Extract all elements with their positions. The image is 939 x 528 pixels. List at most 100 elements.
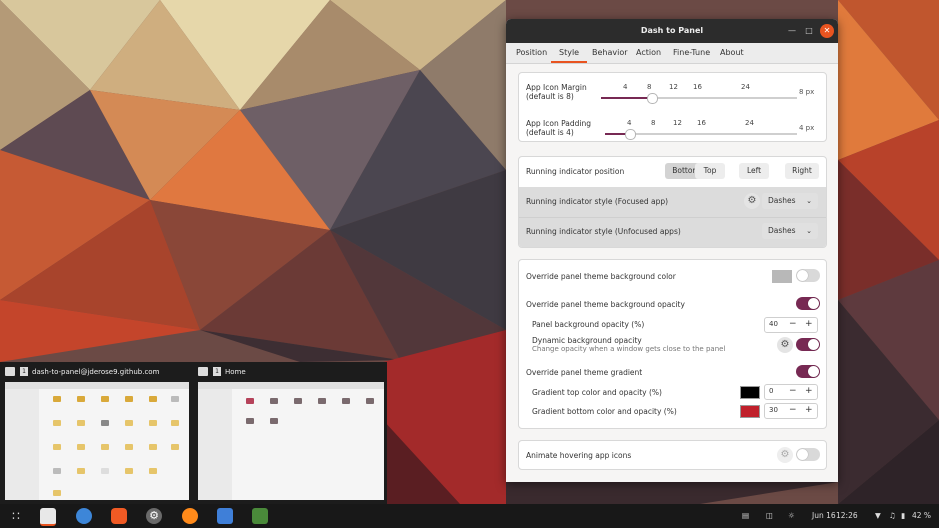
folder-icon bbox=[318, 398, 326, 404]
gear-icon[interactable]: ⚙ bbox=[744, 193, 760, 209]
file-icon bbox=[125, 468, 133, 474]
minus-icon[interactable]: − bbox=[789, 386, 797, 396]
icon-padding-fill bbox=[605, 133, 627, 135]
minus-icon[interactable]: − bbox=[789, 319, 797, 329]
battery-label: 42 % bbox=[912, 511, 932, 520]
position-left-button[interactable]: Left bbox=[739, 163, 769, 179]
gradient-top-label: Gradient top color and opacity (%) bbox=[532, 388, 662, 397]
battery-icon[interactable]: ▮ bbox=[901, 511, 905, 520]
brightness-icon[interactable]: ☼ bbox=[788, 511, 795, 520]
folder-icon bbox=[294, 398, 302, 404]
dynamic-bg-description: Change opacity when a window gets close … bbox=[532, 345, 726, 353]
folder-icon bbox=[366, 398, 374, 404]
gradient-top-value[interactable]: 0 bbox=[769, 387, 773, 395]
tab-style[interactable]: Style bbox=[551, 43, 588, 63]
folder-icon bbox=[125, 396, 133, 402]
extension-manager-icon[interactable] bbox=[252, 508, 268, 524]
clipboard-icon[interactable]: ◫ bbox=[766, 511, 773, 520]
file-icon bbox=[53, 490, 61, 496]
settings-dialog: Dash to Panel — □ ✕ Position Style Behav… bbox=[506, 19, 838, 482]
preview-header: 1 dash-to-panel@jderose9.github.com bbox=[5, 365, 193, 379]
icon-margin-handle[interactable] bbox=[647, 93, 658, 104]
apps-grid-icon[interactable]: ∷ bbox=[8, 508, 24, 524]
preview-title: dash-to-panel@jderose9.github.com bbox=[32, 368, 160, 376]
file-icon bbox=[77, 468, 85, 474]
browser-icon[interactable] bbox=[76, 508, 92, 524]
position-right-button[interactable]: Right bbox=[785, 163, 819, 179]
panel-bg-opacity-value[interactable]: 40 bbox=[769, 320, 778, 328]
animate-toggle[interactable] bbox=[796, 448, 820, 461]
close-icon[interactable]: ✕ bbox=[820, 24, 834, 38]
time-label[interactable]: 12:26 bbox=[836, 511, 858, 520]
running-focused-label: Running indicator style (Focused app) bbox=[526, 197, 669, 206]
bg-color-swatch[interactable] bbox=[772, 270, 792, 283]
workspace-number: 1 bbox=[20, 367, 28, 376]
gear-icon[interactable]: ⚙ bbox=[777, 447, 793, 463]
icon-size-card: App Icon Margin (default is 8) 4 8 12 16… bbox=[518, 72, 827, 142]
thumb-toolbar bbox=[198, 382, 384, 389]
folder-icon bbox=[77, 396, 85, 402]
chevron-down-icon: ⌄ bbox=[806, 227, 812, 235]
date-label[interactable]: Jun 16 bbox=[812, 511, 836, 520]
icon-margin-fill bbox=[601, 97, 649, 99]
file-icon bbox=[171, 396, 179, 402]
folder-icon bbox=[149, 396, 157, 402]
padding-tick: 12 bbox=[673, 119, 682, 127]
volume-icon[interactable]: ♫ bbox=[889, 511, 896, 520]
window-preview-dash-to-panel[interactable]: 1 dash-to-panel@jderose9.github.com bbox=[0, 362, 193, 504]
running-indicator-card: Running indicator position Bottom Top Le… bbox=[518, 156, 827, 248]
window-preview-home[interactable]: 1 Home bbox=[193, 362, 387, 504]
tab-fine-tune[interactable]: Fine-Tune bbox=[665, 43, 718, 63]
taskbar: ∷ ⚙ ▤ ◫ ☼ Jun 16 12:26 ▼ ♫ ▮ 42 % bbox=[0, 504, 939, 528]
icon-padding-value: 4 px bbox=[799, 124, 815, 132]
dynamic-bg-toggle[interactable] bbox=[796, 338, 820, 351]
plus-icon[interactable]: + bbox=[805, 405, 813, 415]
icon-padding-handle[interactable] bbox=[625, 129, 636, 140]
tab-action[interactable]: Action bbox=[628, 43, 669, 63]
margin-tick: 24 bbox=[741, 83, 750, 91]
gradient-bottom-value[interactable]: 30 bbox=[769, 406, 778, 414]
running-focused-dropdown[interactable]: Dashes ⌄ bbox=[762, 193, 818, 209]
gradient-bottom-swatch[interactable] bbox=[740, 405, 760, 418]
minus-icon[interactable]: − bbox=[789, 405, 797, 415]
tab-position[interactable]: Position bbox=[508, 43, 555, 63]
plus-icon[interactable]: + bbox=[805, 319, 813, 329]
tab-about[interactable]: About bbox=[712, 43, 752, 63]
panel-bg-opacity-spinner[interactable]: 40 − + bbox=[764, 317, 818, 333]
title-bar[interactable]: Dash to Panel — □ ✕ bbox=[506, 19, 838, 43]
preview-thumbnail bbox=[5, 382, 189, 500]
folder-icon bbox=[53, 396, 61, 402]
firefox-icon[interactable] bbox=[182, 508, 198, 524]
plus-icon[interactable]: + bbox=[805, 386, 813, 396]
override-bg-color-toggle[interactable] bbox=[796, 269, 820, 282]
notification-icon[interactable]: ▤ bbox=[742, 511, 749, 520]
margin-tick: 12 bbox=[669, 83, 678, 91]
gradient-top-swatch[interactable] bbox=[740, 386, 760, 399]
padding-tick: 24 bbox=[745, 119, 754, 127]
maximize-icon[interactable]: □ bbox=[802, 24, 816, 38]
folder-icon bbox=[101, 396, 109, 402]
file-icon bbox=[125, 444, 133, 450]
icon-margin-value: 8 px bbox=[799, 88, 815, 96]
gear-icon[interactable]: ⚙ bbox=[777, 337, 793, 353]
position-top-button[interactable]: Top bbox=[695, 163, 725, 179]
override-bg-opacity-toggle[interactable] bbox=[796, 297, 820, 310]
brave-icon[interactable] bbox=[111, 508, 127, 524]
padding-tick: 4 bbox=[627, 119, 632, 127]
wifi-icon[interactable]: ▼ bbox=[875, 511, 881, 520]
text-editor-icon[interactable] bbox=[217, 508, 233, 524]
file-icon bbox=[77, 444, 85, 450]
settings-icon[interactable]: ⚙ bbox=[146, 508, 162, 524]
minimize-icon[interactable]: — bbox=[785, 24, 799, 38]
running-unfocused-dropdown[interactable]: Dashes ⌄ bbox=[762, 223, 818, 239]
folder-icon bbox=[270, 398, 278, 404]
gradient-top-spinner[interactable]: 0 − + bbox=[764, 384, 818, 400]
gradient-bottom-spinner[interactable]: 30 − + bbox=[764, 403, 818, 419]
file-icon bbox=[125, 420, 133, 426]
thumb-toolbar bbox=[5, 382, 189, 389]
folder-icon bbox=[342, 398, 350, 404]
animate-label: Animate hovering app icons bbox=[526, 451, 632, 460]
files-icon[interactable] bbox=[40, 508, 56, 526]
override-gradient-toggle[interactable] bbox=[796, 365, 820, 378]
thumb-sidebar bbox=[5, 389, 39, 500]
